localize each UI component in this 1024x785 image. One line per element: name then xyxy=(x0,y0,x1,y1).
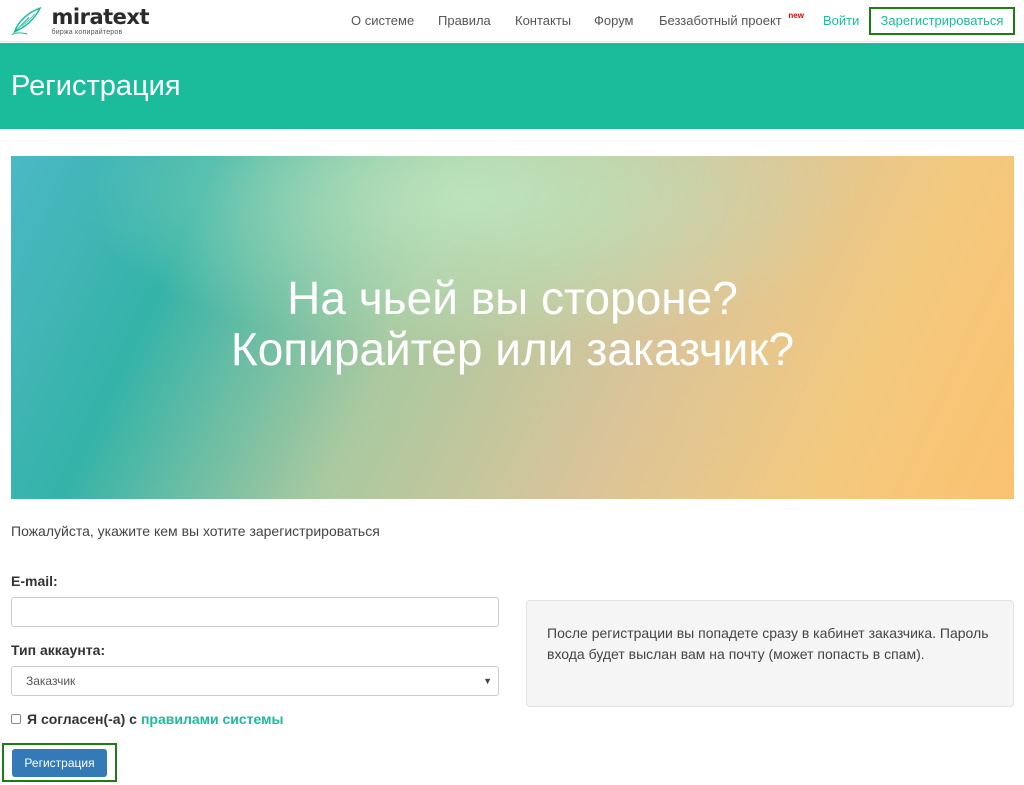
agree-terms-checkbox[interactable] xyxy=(11,714,21,724)
account-type-label: Тип аккаунта: xyxy=(11,642,106,658)
nav-item-carefree-project-label: Беззаботный проект xyxy=(659,13,782,28)
submit-highlight: Регистрация xyxy=(2,743,117,782)
email-label: E-mail: xyxy=(11,573,58,589)
banner-line-2: Копирайтер или заказчик? xyxy=(230,322,795,375)
nav-item-carefree-project[interactable]: Беззаботный проект new xyxy=(659,0,804,42)
feather-logo-icon xyxy=(11,6,42,36)
hero-banner: На чьей вы стороне? Копирайтер или заказ… xyxy=(11,156,1014,499)
system-rules-link[interactable]: правилами системы xyxy=(141,711,284,727)
login-link[interactable]: Войти xyxy=(823,0,859,42)
logo-name: miratext xyxy=(51,4,150,29)
page-title: Регистрация xyxy=(11,70,181,102)
dropdown-arrow-icon: ▼ xyxy=(483,676,492,686)
email-field[interactable] xyxy=(11,597,499,627)
nav-item-forum[interactable]: Форум xyxy=(594,0,634,42)
register-link[interactable]: Зарегистрироваться xyxy=(869,7,1015,35)
banner-line-1: На чьей вы стороне? xyxy=(287,272,738,324)
nav-item-about[interactable]: О системе xyxy=(351,0,414,42)
page-header: Регистрация xyxy=(0,43,1024,129)
logo-subtitle: биржа копирайтеров xyxy=(51,28,123,36)
nav-item-rules[interactable]: Правила xyxy=(438,0,491,42)
account-type-selected-value: Заказчик xyxy=(26,674,76,688)
registration-intro-text: Пожалуйста, укажите кем вы хотите зареги… xyxy=(11,523,380,539)
top-navbar: miratext биржа копирайтеров О системе Пр… xyxy=(0,0,1024,42)
register-submit-button[interactable]: Регистрация xyxy=(12,749,107,777)
account-type-select[interactable]: Заказчик ▼ xyxy=(11,666,499,696)
agree-terms-row: Я согласен(-а) с правилами системы xyxy=(11,711,283,727)
site-logo[interactable]: miratext биржа копирайтеров xyxy=(9,3,150,39)
info-text: После регистрации вы попадете сразу в ка… xyxy=(547,625,989,662)
banner-text: На чьей вы стороне? Копирайтер или заказ… xyxy=(11,273,1014,374)
agree-terms-label: Я согласен(-а) с xyxy=(27,711,137,727)
info-box: После регистрации вы попадете сразу в ка… xyxy=(526,600,1014,707)
new-badge: new xyxy=(788,11,804,20)
nav-item-contacts[interactable]: Контакты xyxy=(515,0,571,42)
